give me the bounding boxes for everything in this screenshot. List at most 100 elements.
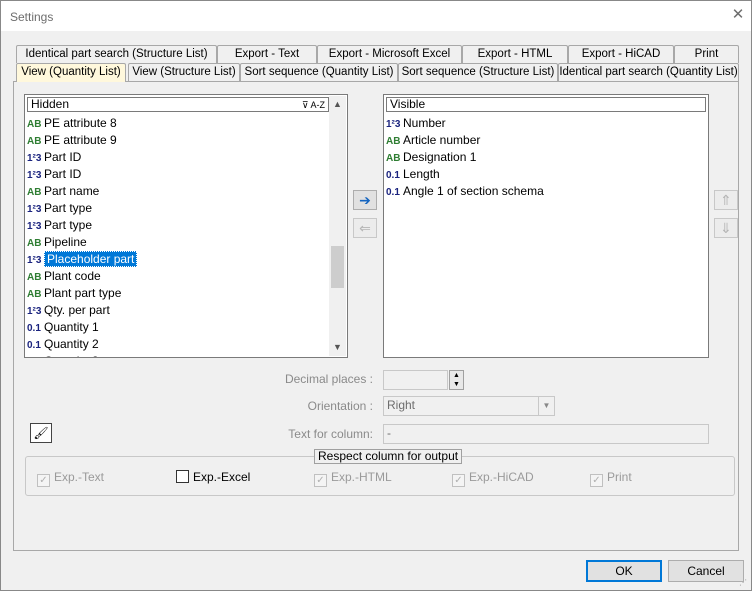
tab-print[interactable]: Print: [674, 45, 739, 63]
list-item[interactable]: 0.1 Quantity 2: [27, 336, 99, 353]
list-item-label: PE attribute 9: [44, 133, 117, 147]
list-item-label: Pipeline: [44, 235, 87, 249]
cancel-button[interactable]: Cancel: [668, 560, 744, 582]
decimal-places-label: Decimal places :: [284, 372, 373, 386]
close-icon[interactable]: ✕: [729, 6, 747, 24]
list-item[interactable]: 0.1Quantity 3: [27, 353, 99, 357]
list-item[interactable]: 1²3 Qty. per part: [27, 302, 110, 319]
tab-export-html[interactable]: Export - HTML: [462, 45, 568, 63]
list-item-label: Length: [403, 167, 440, 181]
list-item-label: Part ID: [44, 150, 82, 164]
orientation-select[interactable]: Right ▼: [383, 396, 555, 416]
integer-attribute-icon: 1²3: [27, 153, 42, 164]
tab-identical-part-search-quantity[interactable]: Identical part search (Quantity List): [558, 63, 739, 81]
decimal-attribute-icon: 0.1: [27, 354, 44, 357]
move-down-button[interactable]: ⇓: [714, 218, 738, 238]
list-item[interactable]: AB Pipeline: [27, 234, 87, 251]
list-item-label: Part type: [44, 201, 93, 215]
checkbox-exp-hicad[interactable]: ✓ Exp.-HiCAD: [452, 470, 534, 487]
list-item-label: Plant code: [44, 269, 101, 283]
text-attribute-icon: AB: [27, 136, 42, 147]
hidden-list-scrollbar[interactable]: ▲ ▼: [329, 96, 346, 356]
list-item[interactable]: AB PE attribute 9: [27, 132, 117, 149]
text-attribute-icon: AB: [27, 272, 42, 283]
hidden-header-label: Hidden: [31, 97, 70, 111]
decimal-attribute-icon: 0.1: [386, 170, 400, 181]
chevron-down-icon[interactable]: ▼: [538, 397, 554, 415]
visible-header-label: Visible: [390, 97, 426, 111]
scroll-up-icon[interactable]: ▲: [329, 96, 346, 113]
list-item[interactable]: 1²3 Part type: [27, 200, 92, 217]
visible-columns-list[interactable]: Visible 1²3 Number AB Article number AB Desig…: [383, 94, 709, 358]
checkbox-box[interactable]: ✓: [314, 474, 327, 487]
tab-export-excel[interactable]: Export - Microsoft Excel: [317, 45, 462, 63]
list-item[interactable]: 1²3 Part ID: [27, 166, 81, 183]
text-for-column-label: Text for column:: [288, 427, 373, 441]
list-item[interactable]: AB Article number: [386, 132, 480, 149]
checkbox-box[interactable]: ✓: [590, 474, 603, 487]
brush-tool-button[interactable]: 🖌: [30, 423, 52, 443]
text-attribute-icon: AB: [27, 119, 42, 130]
respect-column-group-label: Respect column for output: [314, 449, 463, 464]
checkbox-box[interactable]: ✓: [37, 474, 50, 487]
list-item[interactable]: AB Part name: [27, 183, 99, 200]
text-attribute-icon: AB: [27, 187, 42, 198]
list-item[interactable]: 1²3 Number: [386, 115, 446, 132]
orientation-label: Orientation :: [307, 399, 373, 413]
tab-sort-sequence-structure[interactable]: Sort sequence (Structure List): [398, 63, 558, 81]
checkbox-exp-excel[interactable]: Exp.-Excel: [176, 470, 250, 485]
list-item-label: Placeholder part: [44, 251, 138, 267]
list-item-label: Quantity 2: [44, 337, 99, 351]
sort-az-icon[interactable]: ⊽ A-Z: [302, 99, 325, 112]
list-item[interactable]: 0.1 Angle 1 of section schema: [386, 183, 544, 200]
text-attribute-icon: AB: [27, 238, 42, 249]
checkbox-label: Exp.-HTML: [331, 470, 392, 484]
hidden-columns-list[interactable]: Hidden ⊽ A-Z AB PE attribute 8 AB PE attrib…: [24, 94, 348, 358]
tab-view-structure-list[interactable]: View (Structure List): [128, 63, 240, 81]
title-bar: Settings ✕: [1, 1, 751, 31]
list-item[interactable]: 1²3 Placeholder part: [27, 251, 138, 268]
visible-list-header[interactable]: Visible: [386, 97, 706, 112]
move-to-visible-button[interactable]: ➔: [353, 190, 377, 210]
checkbox-label: Exp.-Excel: [193, 470, 251, 484]
tab-identical-part-search-structure[interactable]: Identical part search (Structure List): [16, 45, 217, 63]
integer-attribute-icon: 1²3: [27, 221, 42, 232]
move-to-hidden-button[interactable]: ⇐: [353, 218, 377, 238]
checkbox-exp-html[interactable]: ✓ Exp.-HTML: [314, 470, 392, 487]
list-item[interactable]: 0.1 Length: [386, 166, 440, 183]
tab-sort-sequence-quantity[interactable]: Sort sequence (Quantity List): [240, 63, 398, 81]
decimal-places-input[interactable]: [383, 370, 448, 390]
tab-export-hicad[interactable]: Export - HiCAD: [568, 45, 674, 63]
resize-grip-icon[interactable]: ⋰: [739, 578, 749, 588]
list-item-label: Angle 1 of section schema: [403, 184, 544, 198]
checkbox-print[interactable]: ✓ Print: [590, 470, 632, 487]
checkbox-box[interactable]: ✓: [452, 474, 465, 487]
list-item-label: Article number: [403, 133, 481, 147]
decimal-places-spinner[interactable]: ▲ ▼: [449, 370, 464, 390]
list-item[interactable]: 1²3 Part ID: [27, 149, 81, 166]
spin-down-icon[interactable]: ▼: [450, 380, 463, 389]
list-item-label: Qty. per part: [44, 303, 110, 317]
spin-up-icon[interactable]: ▲: [450, 371, 463, 380]
list-item[interactable]: AB Designation 1: [386, 149, 476, 166]
hidden-list-header[interactable]: Hidden ⊽ A-Z: [27, 97, 329, 112]
list-item[interactable]: AB Plant part type: [27, 285, 121, 302]
checkbox-box[interactable]: [176, 470, 189, 483]
checkbox-exp-text[interactable]: ✓ Exp.-Text: [37, 470, 104, 487]
list-item-label: Number: [403, 116, 446, 130]
integer-attribute-icon: 1²3: [27, 306, 42, 317]
ok-button[interactable]: OK: [586, 560, 662, 582]
list-item-label: Quantity 1: [44, 320, 99, 334]
text-for-column-input[interactable]: -: [383, 424, 709, 444]
tab-export-text[interactable]: Export - Text: [217, 45, 317, 63]
list-item-label: Quantity 3: [44, 354, 99, 357]
list-item[interactable]: 1²3 Part type: [27, 217, 92, 234]
list-item[interactable]: AB PE attribute 8: [27, 115, 117, 132]
scroll-down-icon[interactable]: ▼: [329, 339, 346, 356]
move-up-button[interactable]: ⇑: [714, 190, 738, 210]
text-attribute-icon: AB: [386, 136, 401, 147]
scroll-thumb[interactable]: [331, 246, 344, 288]
list-item[interactable]: 0.1 Quantity 1: [27, 319, 99, 336]
tab-view-quantity-list[interactable]: View (Quantity List): [16, 63, 126, 82]
list-item[interactable]: AB Plant code: [27, 268, 101, 285]
